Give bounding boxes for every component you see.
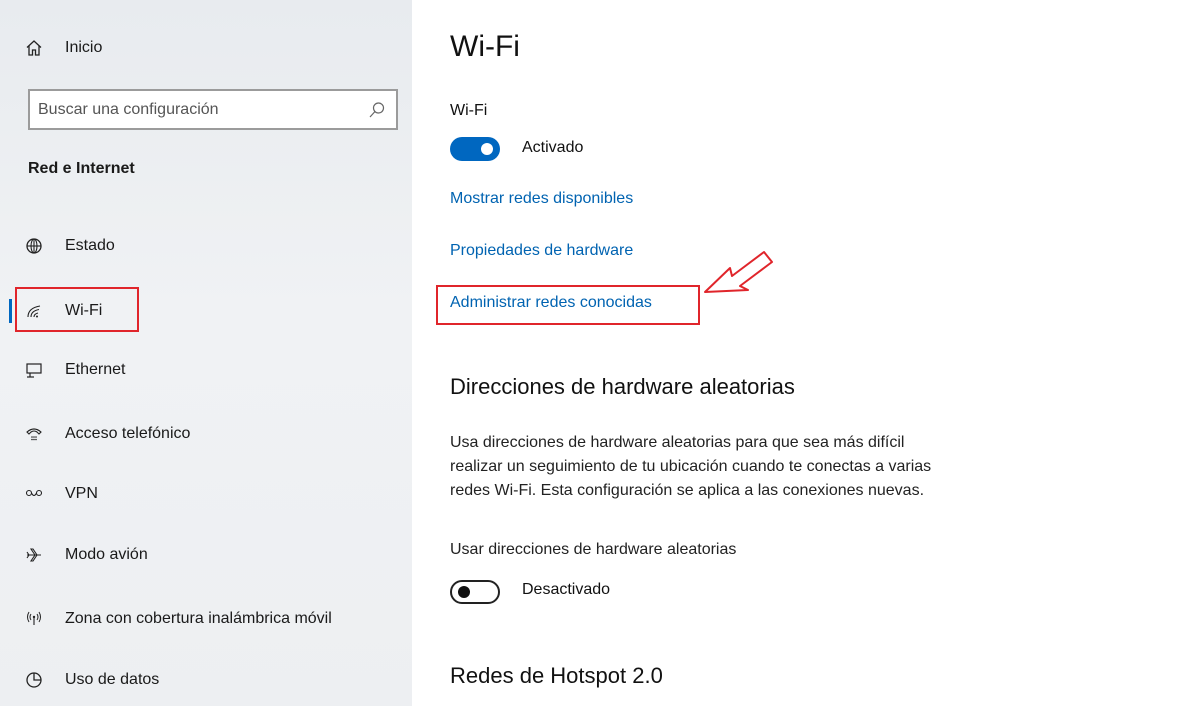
random-hw-section-title: Direcciones de hardware aleatorias <box>450 374 795 399</box>
data-usage-icon <box>24 670 44 690</box>
random-hw-toggle[interactable] <box>450 580 500 604</box>
description-line: Usa direcciones de hardware aleatorias p… <box>450 434 905 451</box>
manage-known-highlight-box <box>436 285 700 325</box>
ethernet-icon <box>24 360 44 380</box>
toggle-knob <box>481 143 493 155</box>
sidebar-item-label: VPN <box>65 485 98 502</box>
hotspot-section-title: Redes de Hotspot 2.0 <box>450 663 663 688</box>
airplane-icon <box>24 545 44 565</box>
wifi-highlight-box <box>15 287 139 332</box>
description-line: realizar un seguimiento de tu ubicación … <box>450 458 932 475</box>
search-input[interactable] <box>38 100 358 119</box>
sidebar: Inicio Red e Internet Estado Wi-Fi Ether… <box>0 0 412 706</box>
random-hw-toggle-label: Usar direcciones de hardware aleatorias <box>450 541 737 558</box>
wifi-toggle[interactable] <box>450 137 500 161</box>
wifi-setting-label: Wi-Fi <box>450 102 488 119</box>
sidebar-home[interactable]: Inicio <box>0 26 412 70</box>
search-icon[interactable] <box>368 101 386 119</box>
wifi-toggle-state: Activado <box>522 139 584 156</box>
random-hw-toggle-state: Desactivado <box>522 581 611 598</box>
home-icon <box>24 38 44 58</box>
sidebar-item-mobile-hotspot[interactable]: Zona con cobertura inalámbrica móvil <box>0 597 412 641</box>
toggle-knob <box>458 586 470 598</box>
search-box[interactable] <box>28 89 398 130</box>
main-content: Wi-Fi Wi-Fi Activado Mostrar redes dispo… <box>412 0 1180 706</box>
sidebar-item-data-usage[interactable]: Uso de datos <box>0 658 412 702</box>
hotspot-icon <box>24 609 44 629</box>
random-hw-description: Usa direcciones de hardware aleatorias p… <box>450 431 1050 503</box>
show-networks-link[interactable]: Mostrar redes disponibles <box>450 190 633 208</box>
hardware-properties-link[interactable]: Propiedades de hardware <box>450 242 633 260</box>
dialup-icon <box>24 424 44 444</box>
sidebar-item-dialup[interactable]: Acceso telefónico <box>0 412 412 456</box>
sidebar-home-label: Inicio <box>65 39 103 56</box>
section-heading: Red e Internet <box>28 160 135 177</box>
sidebar-item-vpn[interactable]: VPN <box>0 472 412 516</box>
sidebar-item-label: Ethernet <box>65 361 126 378</box>
sidebar-item-ethernet[interactable]: Ethernet <box>0 348 412 392</box>
vpn-icon <box>24 484 44 504</box>
sidebar-item-label: Modo avión <box>65 546 148 563</box>
sidebar-item-airplane[interactable]: Modo avión <box>0 533 412 577</box>
description-line: redes Wi-Fi. Esta configuración se aplic… <box>450 482 925 499</box>
annotation-arrow-icon <box>704 251 773 293</box>
sidebar-item-label: Uso de datos <box>65 671 160 688</box>
sidebar-item-estado[interactable]: Estado <box>0 224 412 268</box>
page-title: Wi-Fi <box>450 30 520 63</box>
sidebar-item-label: Estado <box>65 237 115 254</box>
active-indicator <box>9 299 12 323</box>
sidebar-item-label: Zona con cobertura inalámbrica móvil <box>65 610 332 627</box>
sidebar-item-label: Acceso telefónico <box>65 425 191 442</box>
globe-icon <box>24 236 44 256</box>
